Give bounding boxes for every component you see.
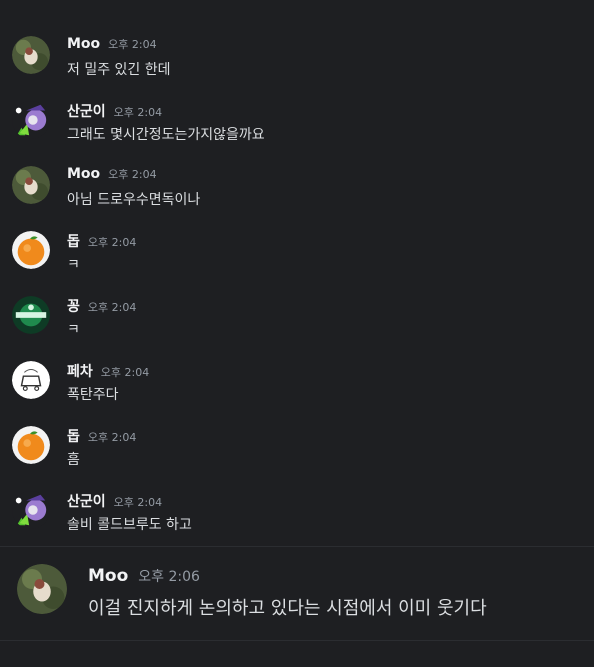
author-name[interactable]: 꽁 bbox=[67, 296, 80, 316]
moo-avatar[interactable] bbox=[17, 564, 67, 614]
timestamp: 오후 2:04 bbox=[113, 106, 163, 119]
timestamp: 오후 2:06 bbox=[138, 569, 200, 585]
author-name[interactable]: Moo bbox=[67, 36, 100, 52]
timestamp: 오후 2:04 bbox=[113, 496, 163, 509]
message-item: 산군이 오후 2:04 솔비 콜드브루도 하고 bbox=[0, 485, 594, 545]
author-name[interactable]: 산군이 bbox=[67, 101, 106, 121]
timestamp: 오후 2:04 bbox=[87, 301, 137, 314]
timestamp: 오후 2:04 bbox=[108, 168, 157, 181]
sangun-avatar[interactable] bbox=[12, 491, 50, 529]
author-name[interactable]: 산군이 bbox=[67, 491, 106, 511]
timestamp: 오후 2:04 bbox=[100, 366, 150, 379]
message-text: 이걸 진지하게 논의하고 있다는 시점에서 이미 웃기다 bbox=[88, 598, 487, 619]
moo-avatar[interactable] bbox=[12, 36, 50, 74]
sangun-avatar[interactable] bbox=[12, 101, 50, 139]
author-name[interactable]: 페차 bbox=[67, 361, 93, 381]
timestamp: 오후 2:04 bbox=[87, 431, 137, 444]
divider bbox=[0, 546, 594, 547]
author-name[interactable]: 돕 bbox=[67, 231, 80, 251]
message-item: 산군이 오후 2:04 그래도 몇시간정도는가지않을까요 bbox=[0, 95, 594, 155]
message-item: 돕 오후 2:04 ㅋ bbox=[0, 225, 594, 285]
green-logo-avatar[interactable] bbox=[12, 296, 50, 334]
orange-avatar[interactable] bbox=[12, 426, 50, 464]
author-name[interactable]: Moo bbox=[67, 166, 100, 182]
message-text: ㅋ bbox=[67, 257, 80, 273]
message-text: 그래도 몇시간정도는가지않을까요 bbox=[67, 127, 265, 143]
orange-avatar[interactable] bbox=[12, 231, 50, 269]
sketch-avatar[interactable] bbox=[12, 361, 50, 399]
highlighted-message: Moo 오후 2:06 이걸 진지하게 논의하고 있다는 시점에서 이미 웃기다 bbox=[0, 548, 594, 640]
divider bbox=[0, 640, 594, 641]
author-name[interactable]: Moo bbox=[88, 566, 128, 586]
moo-avatar[interactable] bbox=[12, 166, 50, 204]
message-item: Moo 오후 2:04 아님 드로우수면독이나 bbox=[0, 160, 594, 220]
timestamp: 오후 2:04 bbox=[87, 236, 137, 249]
message-text: ㅋ bbox=[67, 322, 80, 338]
message-text: 흠 bbox=[67, 452, 80, 468]
message-text: 폭탄주다 bbox=[67, 387, 119, 403]
message-item: 돕 오후 2:04 흠 bbox=[0, 420, 594, 480]
message-item: Moo 오후 2:04 저 밀주 있긴 한데 bbox=[0, 30, 594, 90]
author-name[interactable]: 돕 bbox=[67, 426, 80, 446]
message-item: 페차 오후 2:04 폭탄주다 bbox=[0, 355, 594, 415]
message-text: 저 밀주 있긴 한데 bbox=[67, 62, 171, 78]
message-text: 아님 드로우수면독이나 bbox=[67, 192, 201, 208]
message-item: 꽁 오후 2:04 ㅋ bbox=[0, 290, 594, 350]
message-text: 솔비 콜드브루도 하고 bbox=[67, 517, 192, 533]
chat-log: Moo 오후 2:04 저 밀주 있긴 한데 산군이 오후 2:04 그래도 몇… bbox=[0, 0, 594, 545]
timestamp: 오후 2:04 bbox=[108, 38, 157, 51]
